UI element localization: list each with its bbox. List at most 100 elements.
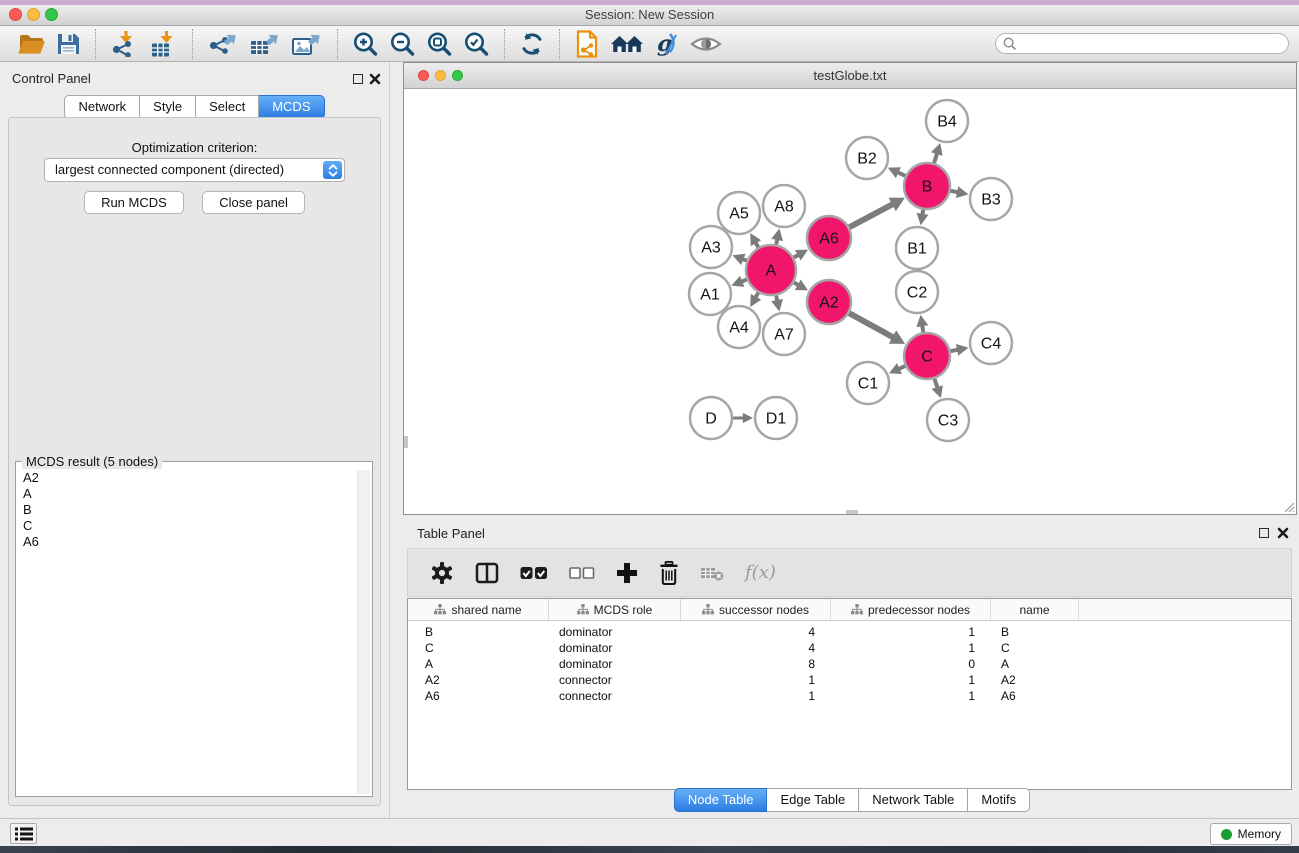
cell[interactable]: 1 <box>681 689 831 703</box>
column-header-mcds-role[interactable]: MCDS role <box>549 599 681 620</box>
table-row[interactable]: A6connector11A6 <box>408 688 1291 704</box>
network-from-file-button[interactable] <box>574 30 600 58</box>
import-network-button[interactable] <box>110 31 139 57</box>
column-header-predecessor-nodes[interactable]: predecessor nodes <box>831 599 991 620</box>
cell[interactable]: A <box>408 657 549 671</box>
graph-edge-A-A6[interactable] <box>794 250 808 261</box>
graph-node-B1[interactable]: B1 <box>896 227 938 269</box>
graph-edge-A-A2[interactable] <box>794 280 808 291</box>
graph-edge-C-C1[interactable] <box>889 363 905 374</box>
export-table-button[interactable] <box>249 31 281 57</box>
float-table-panel-icon[interactable] <box>1259 528 1269 538</box>
graph-node-D1[interactable]: D1 <box>755 397 797 439</box>
search-input[interactable] <box>995 33 1289 54</box>
graph-edge-A6-B[interactable] <box>849 198 905 228</box>
cell[interactable]: dominator <box>549 641 681 655</box>
table-row[interactable]: Cdominator41C <box>408 640 1291 656</box>
graph-edge-C-C4[interactable] <box>951 344 969 356</box>
table-row[interactable]: A2connector11A2 <box>408 672 1291 688</box>
result-item[interactable]: A2 <box>17 470 356 486</box>
cell[interactable]: B <box>408 625 549 639</box>
column-header-name[interactable]: name <box>991 599 1079 620</box>
graph-node-A5[interactable]: A5 <box>718 192 760 234</box>
export-image-button[interactable] <box>291 31 323 57</box>
cell[interactable]: 0 <box>831 657 991 671</box>
table-row[interactable]: Bdominator41B <box>408 624 1291 640</box>
tab-network-table[interactable]: Network Table <box>859 788 968 812</box>
cell[interactable]: A2 <box>408 673 549 687</box>
result-item[interactable]: A <box>17 486 356 502</box>
cell[interactable]: dominator <box>549 625 681 639</box>
graph-node-D[interactable]: D <box>690 397 732 439</box>
graph-edge-B-B1[interactable] <box>917 210 929 226</box>
minimize-window-button[interactable] <box>27 8 40 21</box>
tab-mcds[interactable]: MCDS <box>259 95 324 119</box>
cell[interactable]: C <box>408 641 549 655</box>
graph-node-C1[interactable]: C1 <box>847 362 889 404</box>
graph-edge-A-A1[interactable] <box>731 276 746 287</box>
cell[interactable]: A <box>991 657 1079 671</box>
zoom-fit-button[interactable] <box>426 31 453 57</box>
graph-edge-B-B2[interactable] <box>888 167 905 178</box>
graph-edge-D-D1[interactable] <box>733 413 753 423</box>
graph-node-A7[interactable]: A7 <box>763 313 805 355</box>
cell[interactable]: connector <box>549 673 681 687</box>
cell[interactable]: 1 <box>831 673 991 687</box>
save-session-button[interactable] <box>56 32 81 56</box>
delete-table-button[interactable] <box>700 565 724 581</box>
table-row[interactable]: Adominator80A <box>408 656 1291 672</box>
close-table-panel-icon[interactable] <box>1277 527 1289 539</box>
graph-edge-C-C3[interactable] <box>932 379 943 398</box>
minimize-network-window-button[interactable] <box>435 70 446 81</box>
criterion-dropdown[interactable]: largest connected component (directed) <box>44 158 345 182</box>
close-network-window-button[interactable] <box>418 70 429 81</box>
graph-node-B3[interactable]: B3 <box>970 178 1012 220</box>
graph-node-A2[interactable]: A2 <box>807 280 851 324</box>
column-header-successor-nodes[interactable]: successor nodes <box>681 599 831 620</box>
export-network-button[interactable] <box>207 31 239 57</box>
task-history-button[interactable] <box>10 823 37 844</box>
zoom-window-button[interactable] <box>45 8 58 21</box>
resize-grip-icon[interactable] <box>1282 500 1295 513</box>
delete-column-button[interactable] <box>659 561 679 585</box>
graph-node-C[interactable]: C <box>904 333 950 379</box>
cell[interactable]: 1 <box>831 625 991 639</box>
close-window-button[interactable] <box>9 8 22 21</box>
gene-compare-button[interactable]: g <box>654 31 680 57</box>
zoom-network-window-button[interactable] <box>452 70 463 81</box>
horizontal-scroll-thumb[interactable] <box>846 510 858 514</box>
table-settings-button[interactable] <box>430 561 454 585</box>
split-columns-button[interactable] <box>475 562 499 584</box>
import-table-button[interactable] <box>149 31 178 57</box>
graph-node-A1[interactable]: A1 <box>689 273 731 315</box>
show-hide-button[interactable] <box>690 33 722 55</box>
graph-edge-A-A5[interactable] <box>750 233 761 247</box>
column-header-shared-name[interactable]: shared name <box>408 599 549 620</box>
tab-node-table[interactable]: Node Table <box>674 788 768 812</box>
cell[interactable]: 1 <box>831 689 991 703</box>
open-session-button[interactable] <box>17 32 46 56</box>
cell[interactable]: 1 <box>681 673 831 687</box>
tab-network[interactable]: Network <box>64 95 140 119</box>
cell[interactable]: 4 <box>681 641 831 655</box>
network-canvas[interactable]: B4B2BB3A8A5A6A3B1AC2A1A2A4A7C4CC1DD1C3 <box>404 89 1296 514</box>
tab-edge-table[interactable]: Edge Table <box>767 788 859 812</box>
close-panel-button[interactable]: Close panel <box>202 191 305 214</box>
graph-edge-A-A3[interactable] <box>732 254 746 265</box>
cell[interactable]: 4 <box>681 625 831 639</box>
graph-node-C2[interactable]: C2 <box>896 271 938 313</box>
result-item[interactable]: B <box>17 502 356 518</box>
graph-node-C3[interactable]: C3 <box>927 399 969 441</box>
cell[interactable]: connector <box>549 689 681 703</box>
graph-node-B4[interactable]: B4 <box>926 100 968 142</box>
graph-node-B[interactable]: B <box>904 163 950 209</box>
graph-node-A6[interactable]: A6 <box>807 216 851 260</box>
zoom-selected-button[interactable] <box>463 31 490 57</box>
graph-edge-A-A8[interactable] <box>771 229 783 245</box>
tab-style[interactable]: Style <box>140 95 196 119</box>
cell[interactable]: A6 <box>408 689 549 703</box>
result-item[interactable]: C <box>17 518 356 534</box>
deselect-all-columns-button[interactable] <box>569 567 595 579</box>
graph-edge-A2-C[interactable] <box>849 313 905 344</box>
vertical-scroll-thumb[interactable] <box>404 436 408 448</box>
